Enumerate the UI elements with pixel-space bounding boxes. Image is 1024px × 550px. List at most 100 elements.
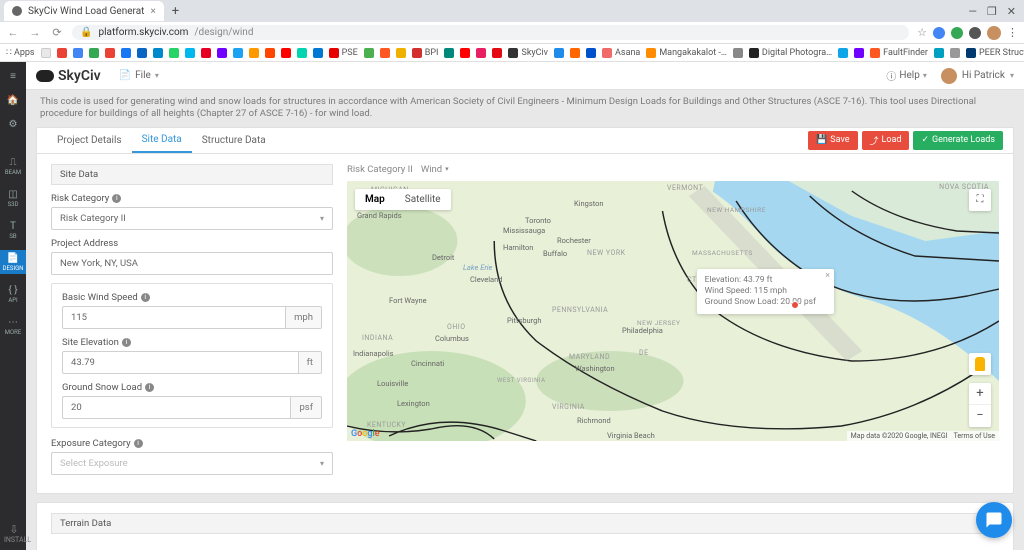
help-menu[interactable]: ⓘ Help ▾ [886, 68, 927, 83]
bookmark[interactable] [185, 48, 195, 58]
tab-project-details[interactable]: Project Details [47, 128, 132, 153]
satellite-btn[interactable]: Satellite [395, 189, 451, 210]
pegman-icon[interactable] [969, 353, 991, 375]
bookmark[interactable] [733, 48, 743, 58]
bookmark[interactable] [950, 48, 960, 58]
exposure-category-select[interactable]: Select Exposure▾ [51, 452, 333, 475]
bookmark[interactable]: Digital Photogra… [749, 48, 832, 58]
bookmark[interactable] [934, 48, 944, 58]
extension-icon[interactable] [951, 27, 963, 39]
bookmark[interactable]: Asana [602, 48, 640, 58]
bookmark[interactable] [380, 48, 390, 58]
sidebar-item-more[interactable]: ⋯MORE [0, 314, 26, 338]
close-window-icon[interactable]: ✕ [1007, 5, 1016, 18]
map-marker[interactable] [791, 301, 799, 309]
bookmark[interactable] [73, 48, 83, 58]
save-button[interactable]: 💾Save [808, 131, 857, 150]
zoom-in-button[interactable]: + [969, 383, 991, 405]
reload-icon[interactable]: ⟳ [50, 26, 64, 39]
bookmark[interactable] [281, 48, 291, 58]
sidebar-item-settings[interactable]: ⚙ [0, 116, 26, 132]
map-view[interactable]: MICHIGAN Toronto Kingston Mississauga Ha… [347, 181, 999, 441]
user-menu[interactable]: Hi Patrick ▾ [941, 68, 1014, 84]
close-tab-icon[interactable]: × [144, 6, 155, 17]
bookmark[interactable] [476, 48, 486, 58]
sidebar-item-s3d[interactable]: ◫S3D [0, 186, 26, 210]
fullscreen-icon[interactable]: ⛶ [969, 189, 991, 211]
bookmark[interactable]: FaultFinder [870, 48, 928, 58]
risk-category-dropdown[interactable]: Risk Category II [347, 164, 413, 175]
sidebar-item-install[interactable]: ⇩ INSTALL [4, 523, 24, 544]
terms-link[interactable]: Terms of Use [954, 432, 995, 440]
sidebar-item-api[interactable]: { }API [0, 282, 26, 306]
project-address-input[interactable] [51, 252, 333, 275]
bookmark[interactable] [265, 48, 275, 58]
wind-speed-input[interactable] [62, 306, 286, 329]
extension-icon[interactable] [969, 27, 981, 39]
generate-loads-button[interactable]: ✓Generate Loads [913, 131, 1003, 150]
bookmark[interactable] [249, 48, 259, 58]
scroll-content[interactable]: This code is used for generating wind an… [26, 90, 1024, 550]
tab-structure-data[interactable]: Structure Data [192, 128, 276, 153]
bookmark[interactable] [233, 48, 243, 58]
sidebar-item-home[interactable]: 🏠 [0, 92, 26, 108]
zoom-out-button[interactable]: − [969, 405, 991, 427]
bookmark[interactable]: BPI [412, 48, 439, 58]
bookmark[interactable] [153, 48, 163, 58]
bookmark[interactable] [41, 48, 51, 58]
bookmark[interactable] [460, 48, 470, 58]
load-button[interactable]: ⤴Load [862, 131, 910, 150]
bookmark[interactable] [364, 48, 374, 58]
bookmark[interactable] [444, 48, 454, 58]
info-icon[interactable]: i [141, 293, 150, 302]
bookmark[interactable]: SkyCiv [508, 48, 548, 58]
bookmark[interactable] [570, 48, 580, 58]
bookmark[interactable] [396, 48, 406, 58]
bookmark[interactable] [105, 48, 115, 58]
menu-icon[interactable]: ⋮ [1007, 26, 1018, 39]
bookmark[interactable] [89, 48, 99, 58]
bookmark[interactable] [169, 48, 179, 58]
bookmark[interactable] [137, 48, 147, 58]
logo[interactable]: SkyCiv [36, 68, 101, 84]
risk-category-select[interactable]: Risk Category II▾ [51, 207, 333, 230]
minimize-icon[interactable]: — [968, 5, 977, 18]
bookmark[interactable] [121, 48, 131, 58]
forward-icon[interactable]: → [28, 26, 42, 39]
star-icon[interactable]: ☆ [917, 26, 927, 39]
close-tooltip-icon[interactable]: × [825, 271, 830, 283]
wind-dropdown[interactable]: Wind▾ [421, 164, 449, 175]
bookmark[interactable]: Mangakakalot -… [646, 48, 727, 58]
bookmark[interactable]: PSE [329, 48, 358, 58]
bookmark[interactable] [554, 48, 564, 58]
browser-tab[interactable]: SkyCiv Wind Load Generat × [4, 1, 164, 21]
bookmark[interactable] [201, 48, 211, 58]
site-elevation-input[interactable] [62, 351, 299, 374]
new-tab-button[interactable]: + [164, 4, 187, 19]
info-icon[interactable]: i [122, 338, 131, 347]
sidebar-item-beam[interactable]: ⎍BEAM [0, 154, 26, 178]
hamburger-icon[interactable]: ≡ [0, 68, 26, 84]
bookmark[interactable] [586, 48, 596, 58]
file-menu[interactable]: 📄 File ▾ [119, 70, 159, 81]
sidebar-item-sb[interactable]: TSB [0, 218, 26, 242]
info-icon[interactable]: i [134, 439, 143, 448]
bookmark[interactable]: PEER Structural… [966, 48, 1024, 58]
maximize-icon[interactable]: ❐ [987, 5, 997, 18]
bookmark[interactable] [838, 48, 848, 58]
bookmark[interactable] [854, 48, 864, 58]
bookmark[interactable] [492, 48, 502, 58]
bookmark[interactable] [57, 48, 67, 58]
info-icon[interactable]: i [112, 194, 121, 203]
map-btn[interactable]: Map [355, 189, 395, 210]
info-icon[interactable]: i [145, 383, 154, 392]
tab-site-data[interactable]: Site Data [132, 128, 192, 153]
url-input[interactable]: 🔒 platform.skyciv.com/design/wind [72, 25, 909, 40]
apps-bookmark[interactable]: ∷ Apps [6, 48, 35, 58]
back-icon[interactable]: ← [6, 26, 20, 39]
bookmark[interactable] [313, 48, 323, 58]
bookmark[interactable] [297, 48, 307, 58]
snow-load-input[interactable] [62, 396, 291, 419]
sidebar-item-design[interactable]: 📄DESIGN [0, 250, 26, 274]
bookmark[interactable] [217, 48, 227, 58]
